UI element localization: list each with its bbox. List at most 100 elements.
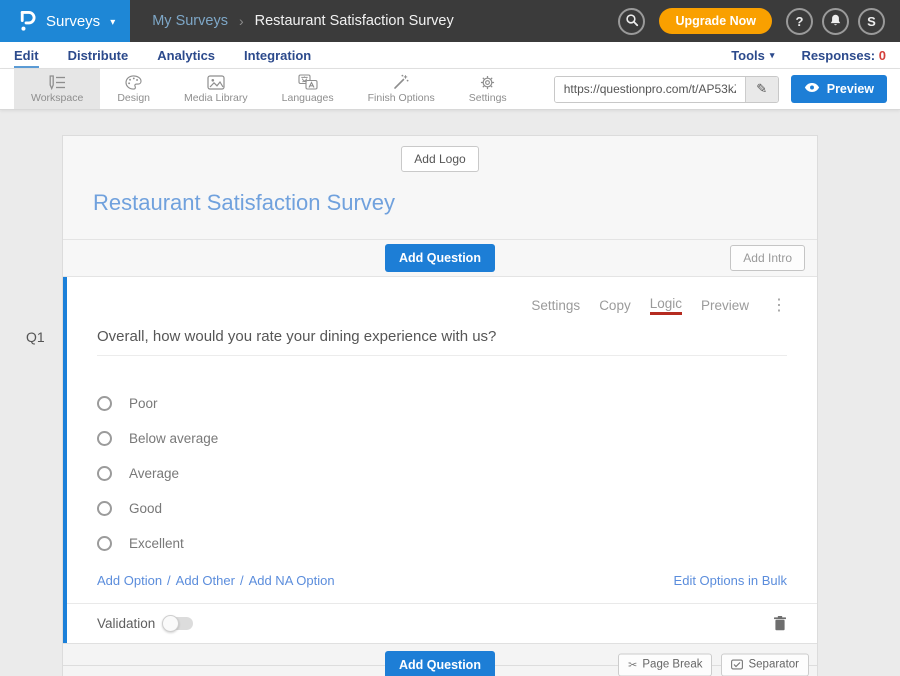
question-preview-link[interactable]: Preview bbox=[701, 298, 749, 313]
help-button[interactable]: ? bbox=[786, 8, 813, 35]
add-question-button-top[interactable]: Add Question bbox=[385, 244, 495, 272]
answer-option-label[interactable]: Good bbox=[129, 501, 162, 516]
survey-title[interactable]: Restaurant Satisfaction Survey bbox=[63, 172, 817, 239]
survey-card: Add Logo Restaurant Satisfaction Survey … bbox=[62, 135, 818, 676]
responses-indicator[interactable]: Responses: 0 bbox=[801, 48, 886, 63]
validation-label: Validation bbox=[97, 616, 155, 631]
question-card: Q1 Settings Copy Logic Preview ⋮ Overall… bbox=[63, 277, 817, 643]
question-footer: Validation bbox=[67, 603, 817, 643]
responses-count: 0 bbox=[879, 48, 886, 63]
question-mark-icon: ? bbox=[796, 14, 804, 29]
answer-option-row: Poor bbox=[97, 386, 787, 421]
palette-icon bbox=[125, 75, 142, 90]
add-question-bar-top: Add Question Add Intro bbox=[63, 240, 817, 277]
answer-option-label[interactable]: Average bbox=[129, 466, 179, 481]
answer-option-row: Good bbox=[97, 491, 787, 526]
separator-button[interactable]: Separator bbox=[721, 653, 809, 676]
toolbar-languages[interactable]: Languages bbox=[265, 69, 351, 109]
question-settings-link[interactable]: Settings bbox=[531, 298, 580, 313]
survey-header-section: Add Logo Restaurant Satisfaction Survey bbox=[63, 136, 817, 240]
add-question-button-bottom[interactable]: Add Question bbox=[385, 651, 495, 676]
editor-toolbar: Workspace Design Media Library Languages bbox=[0, 69, 900, 110]
answer-option-label[interactable]: Poor bbox=[129, 396, 158, 411]
question-copy-link[interactable]: Copy bbox=[599, 298, 631, 313]
add-question-bar-bottom: Add Question ✂ Page Break Separator bbox=[63, 643, 817, 676]
upgrade-now-button[interactable]: Upgrade Now bbox=[659, 8, 772, 34]
option-links-row: Add Option / Add Other / Add NA Option E… bbox=[97, 573, 787, 588]
section-tabs: Edit Distribute Analytics Integration bbox=[14, 42, 311, 68]
validation-toggle[interactable] bbox=[163, 617, 193, 630]
preview-label: Preview bbox=[827, 82, 874, 96]
add-intro-button[interactable]: Add Intro bbox=[730, 245, 805, 271]
search-icon bbox=[625, 13, 639, 30]
preview-button[interactable]: Preview bbox=[791, 75, 887, 103]
product-name: Surveys bbox=[46, 13, 100, 30]
survey-url-group: ✎ bbox=[554, 76, 779, 103]
tab-distribute[interactable]: Distribute bbox=[68, 44, 129, 68]
edit-url-button[interactable]: ✎ bbox=[745, 77, 778, 102]
add-other-link[interactable]: Add Other bbox=[176, 573, 235, 588]
toolbar-item-label: Settings bbox=[469, 93, 507, 104]
separator-check-icon bbox=[731, 660, 743, 670]
product-switcher[interactable]: Surveys ▾ bbox=[0, 0, 130, 42]
breadcrumb-my-surveys[interactable]: My Surveys bbox=[152, 13, 228, 29]
translate-icon bbox=[298, 75, 318, 90]
radio-button[interactable] bbox=[97, 396, 112, 411]
chevron-down-icon: ▾ bbox=[110, 15, 115, 28]
answer-option-row: Excellent bbox=[97, 526, 787, 561]
chevron-down-icon: ▾ bbox=[770, 50, 775, 61]
add-option-link[interactable]: Add Option bbox=[97, 573, 162, 588]
survey-url-input[interactable] bbox=[555, 77, 745, 102]
toolbar-item-label: Workspace bbox=[31, 93, 83, 104]
tools-menu[interactable]: Tools ▾ bbox=[731, 48, 774, 63]
answer-option-row: Average bbox=[97, 456, 787, 491]
question-number: Q1 bbox=[26, 329, 45, 345]
toolbar-item-label: Design bbox=[117, 93, 150, 104]
tab-edit[interactable]: Edit bbox=[14, 44, 39, 68]
tab-analytics[interactable]: Analytics bbox=[157, 44, 215, 68]
toolbar-design[interactable]: Design bbox=[100, 69, 167, 109]
link-separator: / bbox=[167, 573, 171, 588]
tabs-right-actions: Tools ▾ Responses: 0 bbox=[731, 48, 886, 63]
notifications-button[interactable] bbox=[822, 8, 849, 35]
toolbar-finish-options[interactable]: Finish Options bbox=[351, 69, 452, 109]
edit-options-in-bulk-link[interactable]: Edit Options in Bulk bbox=[674, 573, 787, 588]
validation-control: Validation bbox=[97, 616, 193, 631]
question-text[interactable]: Overall, how would you rate your dining … bbox=[97, 328, 787, 356]
top-header: Surveys ▾ My Surveys › Restaurant Satisf… bbox=[0, 0, 900, 42]
radio-button[interactable] bbox=[97, 466, 112, 481]
answer-option-label[interactable]: Excellent bbox=[129, 536, 184, 551]
question-logic-link[interactable]: Logic bbox=[650, 296, 682, 315]
radio-button[interactable] bbox=[97, 431, 112, 446]
tab-integration[interactable]: Integration bbox=[244, 44, 311, 68]
breadcrumb-separator-icon: › bbox=[239, 13, 244, 29]
radio-button[interactable] bbox=[97, 536, 112, 551]
tools-label: Tools bbox=[731, 48, 765, 63]
scissors-icon: ✂ bbox=[628, 658, 637, 671]
separator-label: Separator bbox=[748, 659, 799, 671]
add-logo-button[interactable]: Add Logo bbox=[401, 146, 478, 172]
pencil-icon: ✎ bbox=[756, 81, 767, 96]
eye-icon bbox=[804, 82, 820, 96]
toolbar-media-library[interactable]: Media Library bbox=[167, 69, 265, 109]
responses-label: Responses: bbox=[801, 48, 875, 63]
magic-wand-icon bbox=[393, 75, 409, 90]
toolbar-item-label: Finish Options bbox=[368, 93, 435, 104]
breadcrumb: My Surveys › Restaurant Satisfaction Sur… bbox=[152, 13, 454, 29]
toolbar-workspace[interactable]: Workspace bbox=[14, 69, 100, 109]
page-break-button[interactable]: ✂ Page Break bbox=[618, 653, 712, 676]
bell-icon bbox=[829, 13, 842, 30]
answer-option-label[interactable]: Below average bbox=[129, 431, 218, 446]
link-separator: / bbox=[240, 573, 244, 588]
radio-button[interactable] bbox=[97, 501, 112, 516]
gear-icon bbox=[480, 75, 495, 90]
page-break-label: Page Break bbox=[642, 659, 702, 671]
search-button[interactable] bbox=[618, 8, 645, 35]
more-options-icon[interactable]: ⋮ bbox=[771, 298, 787, 314]
add-na-option-link[interactable]: Add NA Option bbox=[249, 573, 335, 588]
survey-canvas: Add Logo Restaurant Satisfaction Survey … bbox=[0, 110, 900, 676]
delete-question-button[interactable] bbox=[773, 615, 787, 631]
toolbar-settings[interactable]: Settings bbox=[452, 69, 524, 109]
account-avatar[interactable]: S bbox=[858, 8, 885, 35]
topbar-actions: Upgrade Now ? S bbox=[618, 8, 900, 35]
